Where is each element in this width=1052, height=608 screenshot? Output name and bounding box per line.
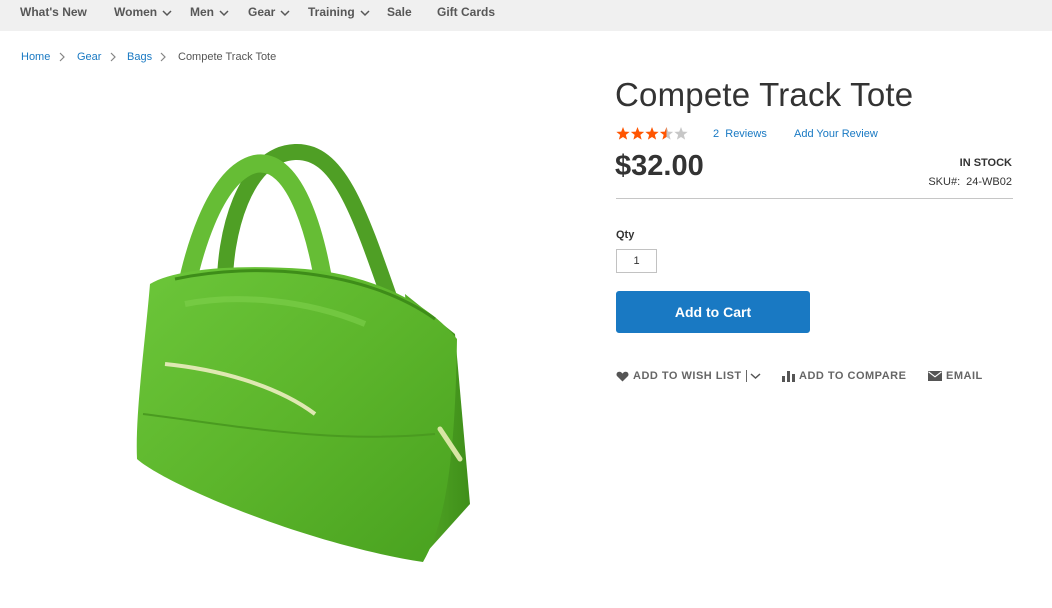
breadcrumb-bags[interactable]: Bags: [127, 51, 152, 63]
star-icon: [645, 127, 659, 140]
divider: [616, 198, 1013, 199]
nav-item-gear[interactable]: Gear: [248, 0, 290, 24]
chevron-right-icon: [109, 52, 117, 62]
email-label: Email: [946, 370, 983, 382]
nav-item-women[interactable]: Women: [114, 0, 172, 24]
reviews-count: 2: [713, 128, 720, 140]
chevron-down-icon: [360, 9, 370, 17]
breadcrumb-gear[interactable]: Gear: [77, 51, 101, 63]
nav-item-training[interactable]: Training: [308, 0, 370, 24]
nav-item-label: Training: [308, 5, 355, 19]
sku-value: 24-WB02: [966, 176, 1012, 188]
rating-stars: [616, 127, 688, 141]
star-icon: [630, 127, 645, 140]
breadcrumb-current: Compete Track Tote: [178, 51, 277, 63]
nav-item-label: Women: [114, 5, 158, 19]
nav-item-label: Men: [190, 5, 214, 19]
chevron-right-icon: [159, 52, 167, 62]
qty-input[interactable]: [616, 249, 657, 273]
chevron-down-icon: [280, 9, 290, 17]
product-sku: SKU#: 24-WB02: [928, 176, 1012, 188]
chevron-down-icon: [219, 9, 229, 17]
wishlist-label: Add to Wish List: [633, 370, 742, 382]
add-to-wishlist-link[interactable]: Add to Wish List: [616, 370, 761, 384]
product-title: Compete Track Tote: [615, 76, 914, 113]
green-tote-bag-image: [136, 144, 470, 562]
nav-item-whats-new[interactable]: What's New: [20, 0, 87, 24]
envelope-icon: [928, 371, 942, 382]
reviews-label: Reviews: [725, 128, 767, 140]
sku-label: SKU#:: [928, 176, 961, 188]
product-image[interactable]: [105, 84, 505, 584]
divider: [745, 370, 747, 383]
star-icon: [616, 127, 630, 140]
qty-label: Qty: [616, 229, 635, 241]
main-navigation: What's New Women Men Gear Training Sale …: [0, 0, 1052, 31]
compare-label: Add to Compare: [799, 370, 907, 382]
add-to-cart-button[interactable]: Add to Cart: [616, 291, 810, 333]
add-review-link[interactable]: Add Your Review: [794, 128, 878, 140]
nav-item-men[interactable]: Men: [190, 0, 229, 24]
chevron-down-icon: [162, 9, 172, 17]
nav-item-sale[interactable]: Sale: [387, 0, 412, 24]
nav-item-label: Gear: [248, 5, 276, 19]
nav-item-label: What's New: [20, 5, 87, 19]
breadcrumb-home[interactable]: Home: [21, 51, 50, 63]
product-price: $32.00: [615, 150, 704, 182]
heart-icon: [616, 371, 629, 382]
nav-item-label: Sale: [387, 5, 412, 19]
reviews-link[interactable]: 2 Reviews: [713, 128, 767, 140]
nav-item-label: Gift Cards: [437, 5, 496, 19]
bar-chart-icon: [782, 370, 795, 382]
star-icon: [674, 127, 688, 140]
star-icon: [659, 127, 674, 140]
stock-status: In stock: [959, 157, 1012, 169]
nav-item-gift-cards[interactable]: Gift Cards: [437, 0, 495, 24]
add-to-compare-link[interactable]: Add to Compare: [782, 370, 906, 384]
email-link[interactable]: Email: [928, 370, 983, 384]
chevron-down-icon[interactable]: [750, 372, 761, 380]
chevron-right-icon: [58, 52, 66, 62]
